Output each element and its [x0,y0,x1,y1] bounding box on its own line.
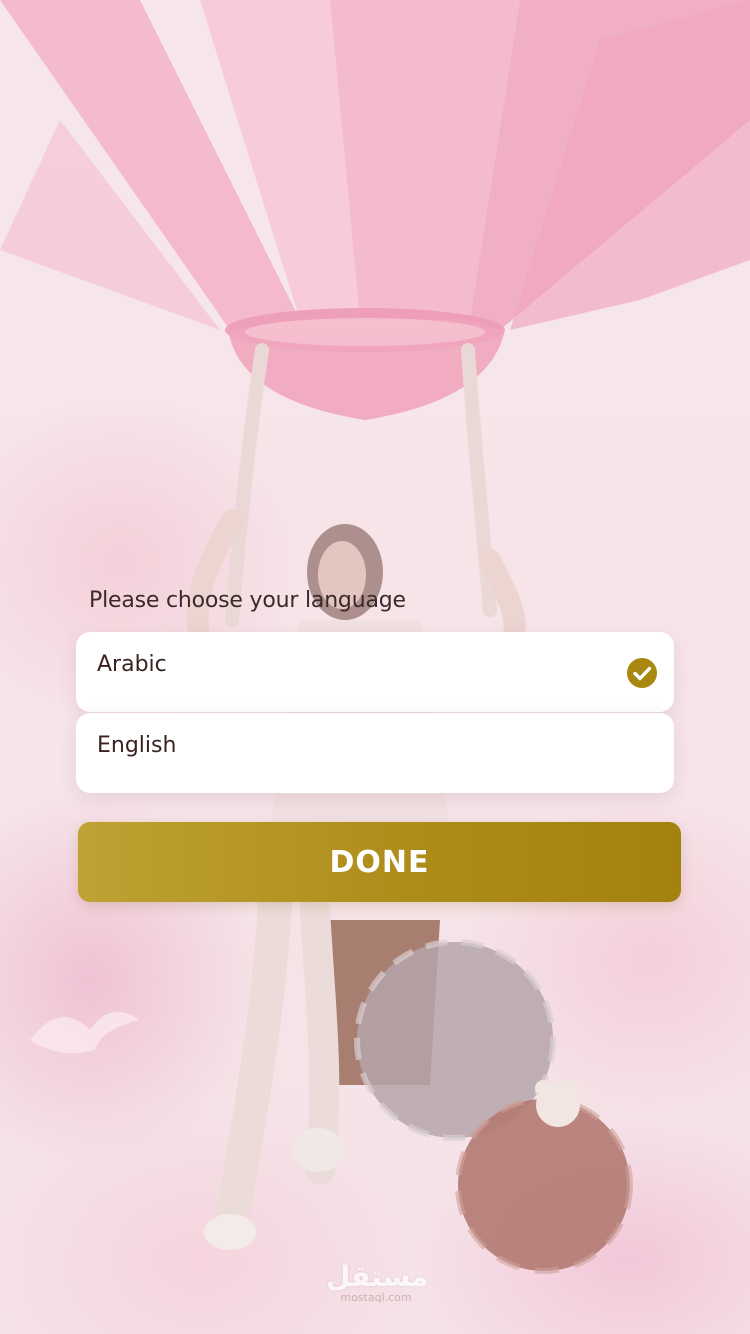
language-option-label: English [97,733,177,758]
language-option-arabic[interactable]: Arabic [76,632,674,712]
watermark-site: mostaql.com [340,1291,412,1304]
language-option-english[interactable]: English [76,713,674,793]
language-prompt: Please choose your language [89,588,406,613]
mostaql-watermark: مستقل mostaql.com [326,1260,429,1304]
watermark-logo: مستقل [326,1260,429,1293]
done-button[interactable]: DONE [78,822,681,902]
language-option-label: Arabic [97,652,167,677]
check-circle-icon [627,658,657,688]
